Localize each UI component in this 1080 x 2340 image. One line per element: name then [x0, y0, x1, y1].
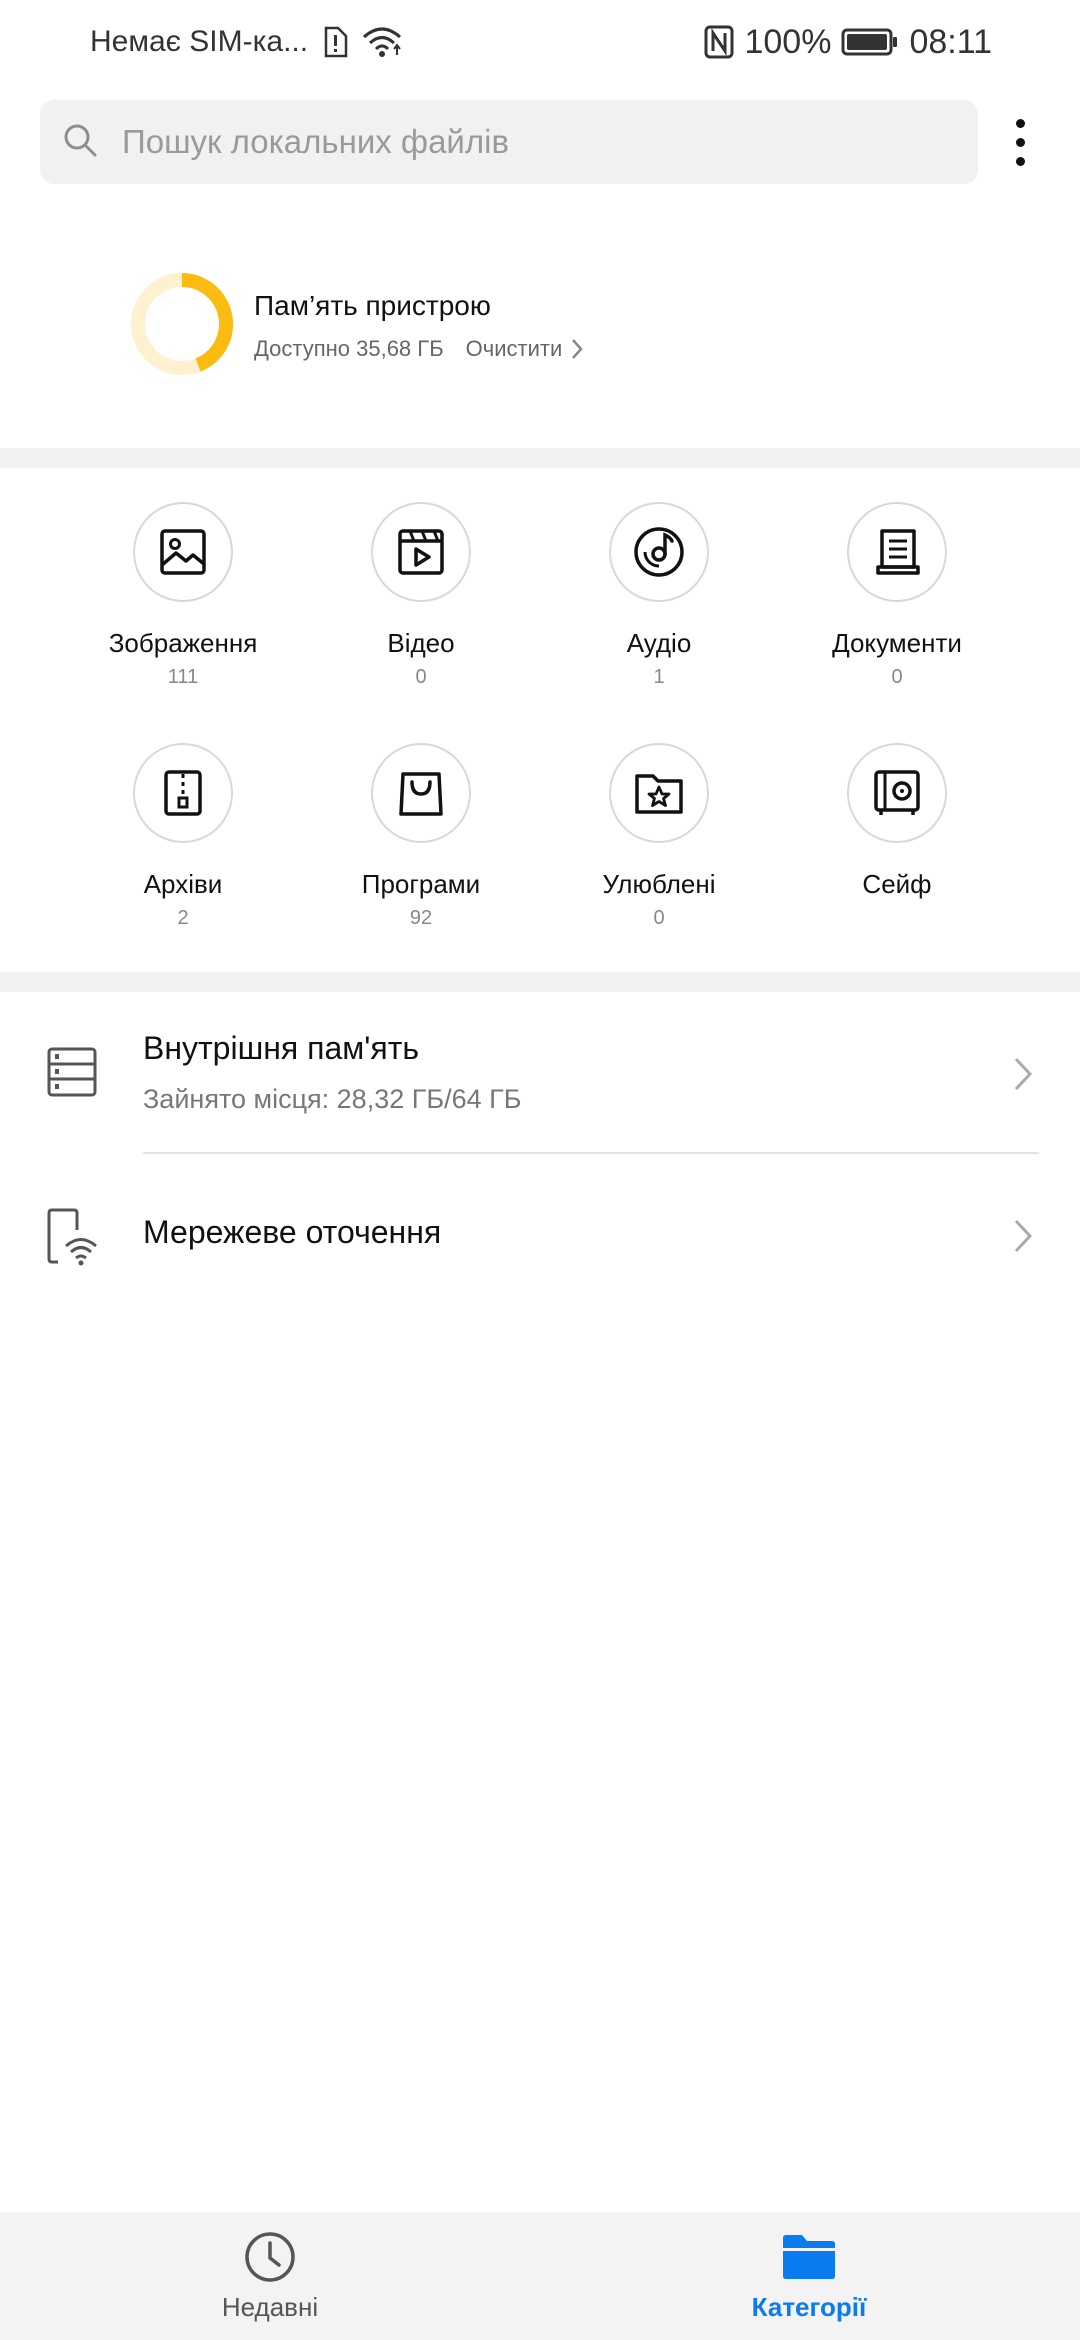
category-icon-circle [371, 743, 471, 843]
category-documents[interactable]: Документи 0 [787, 468, 1007, 688]
network-neighborhood-title: Мережеве оточення [143, 1214, 442, 1250]
internal-storage-usage: Зайнято місця: 28,32 ГБ/64 ГБ [143, 1084, 522, 1114]
carrier-text: Немає SIM-ка... [90, 25, 309, 58]
category-label: Документи [832, 628, 962, 658]
category-favorites[interactable]: Улюблені 0 [549, 709, 769, 929]
safe-icon [874, 770, 920, 815]
search-icon [62, 122, 98, 163]
category-icon-circle [133, 743, 233, 843]
storage-subtitle: Доступно 35,68 ГБ Очистити [254, 336, 584, 362]
category-icon-circle [609, 502, 709, 602]
clock: 08:11 [909, 22, 992, 61]
more-dot [1015, 137, 1025, 147]
clean-button[interactable]: Очистити [466, 336, 585, 362]
category-label: Аудіо [626, 628, 692, 658]
more-options-button[interactable] [1000, 104, 1040, 180]
category-icon-circle [371, 502, 471, 602]
category-label: Улюблені [602, 869, 716, 899]
search-row [40, 100, 1040, 184]
video-icon [398, 529, 444, 575]
category-safe[interactable]: Сейф [787, 709, 1007, 909]
status-bar: Немає SIM-ка... 100% 08:11 [0, 0, 1080, 84]
tab-recent-label: Недавні [221, 2292, 319, 2322]
battery-percent: 100% [744, 22, 832, 61]
category-icon-circle [133, 502, 233, 602]
tab-categories[interactable]: Категорії [659, 2212, 959, 2340]
audio-icon [634, 527, 684, 577]
category-label: Архіви [143, 869, 223, 899]
internal-storage-item[interactable]: Внутрішня пам'ять Зайнято місця: 28,32 Г… [0, 1000, 1080, 1152]
battery-icon [841, 27, 899, 57]
folder-icon [783, 2235, 835, 2279]
shopping-bag-icon [399, 772, 443, 816]
category-count: 92 [409, 907, 433, 929]
clean-label: Очистити [465, 336, 563, 361]
tab-categories-label: Категорії [751, 2292, 867, 2322]
storage-usage-donut [131, 273, 233, 375]
storage-available: Доступно 35,68 ГБ [254, 336, 444, 361]
section-divider [0, 972, 1080, 992]
bottom-navigation: Недавні Категорії [0, 2212, 1080, 2340]
category-count: 0 [891, 666, 903, 688]
image-icon [160, 529, 206, 575]
chevron-right-icon [572, 339, 583, 359]
category-count: 111 [167, 666, 199, 688]
category-count: 2 [177, 907, 189, 929]
category-count: 1 [653, 666, 665, 688]
category-count: 0 [653, 907, 665, 929]
category-video[interactable]: Відео 0 [311, 468, 531, 688]
search-input[interactable] [120, 122, 920, 162]
categories-grid: Зображення 111 Відео 0 Аудіо 1 Документи… [0, 468, 1080, 972]
more-dot [1015, 156, 1025, 166]
internal-storage-title: Внутрішня пам'ять [143, 1030, 420, 1066]
category-label: Зображення [108, 628, 258, 658]
storage-drive-icon [47, 1047, 97, 1097]
tab-recent[interactable]: Недавні [120, 2212, 420, 2340]
section-divider [0, 448, 1080, 468]
device-storage-summary[interactable]: Пам’ять пристрою Доступно 35,68 ГБ Очист… [130, 270, 730, 380]
more-dot [1015, 118, 1025, 128]
category-label: Відео [387, 628, 455, 658]
archive-icon [164, 770, 202, 816]
nfc-icon [704, 25, 734, 59]
category-label: Сейф [862, 869, 932, 899]
category-icon-circle [847, 502, 947, 602]
phone-wifi-icon [47, 1208, 97, 1266]
category-count: 0 [415, 666, 427, 688]
category-apps[interactable]: Програми 92 [311, 709, 531, 929]
category-archives[interactable]: Архіви 2 [73, 709, 293, 929]
storage-title: Пам’ять пристрою [254, 290, 491, 321]
chevron-right-icon [1014, 1219, 1033, 1253]
favorites-folder-icon [635, 774, 683, 814]
category-images[interactable]: Зображення 111 [73, 468, 293, 688]
category-audio[interactable]: Аудіо 1 [549, 468, 769, 688]
document-icon [876, 529, 920, 575]
wifi-status-icon [362, 25, 402, 59]
sim-alert-icon [322, 26, 348, 58]
network-neighborhood-item[interactable]: Мережеве оточення [0, 1154, 1080, 1314]
search-bar[interactable] [40, 100, 978, 184]
chevron-right-icon [1014, 1057, 1033, 1091]
category-icon-circle [609, 743, 709, 843]
category-label: Програми [361, 869, 481, 899]
category-icon-circle [847, 743, 947, 843]
clock-icon [245, 2232, 295, 2282]
